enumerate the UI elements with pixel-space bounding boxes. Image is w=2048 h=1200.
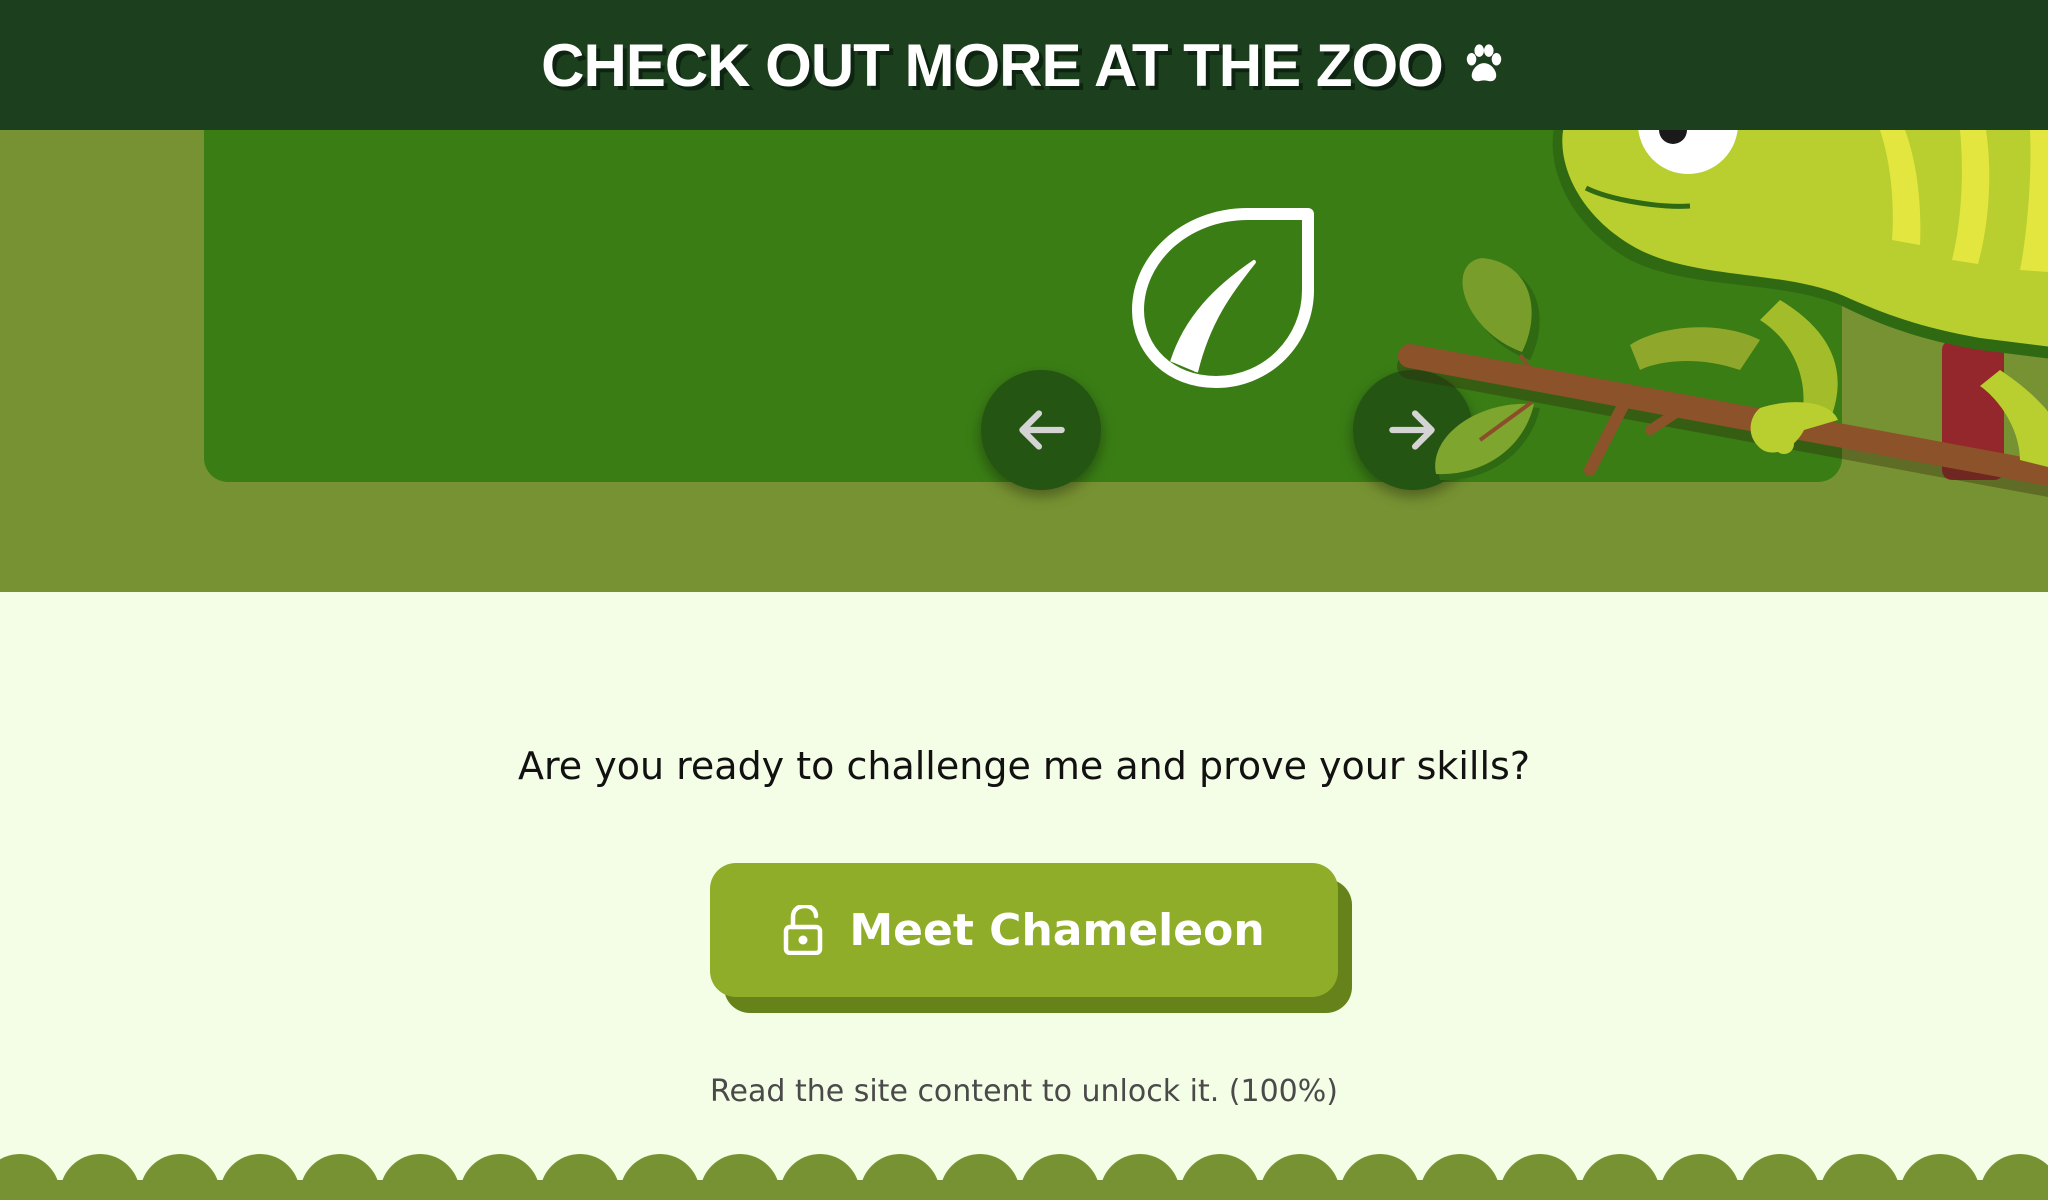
unlock-hint: Read the site content to unlock it. (100…	[710, 1074, 1338, 1109]
banner-title: CHECK OUT MORE AT THE ZOO	[541, 31, 1444, 99]
banner-heading: CHECK OUT MORE AT THE ZOO	[541, 31, 1507, 100]
carousel-prev-button[interactable]	[981, 370, 1101, 490]
unlock-icon	[784, 905, 823, 955]
cta-container: Meet Chameleon	[710, 863, 1352, 1015]
cta-label: Meet Chameleon	[849, 904, 1265, 956]
chameleon-illustration	[1397, 130, 2048, 498]
top-banner: CHECK OUT MORE AT THE ZOO	[0, 0, 2048, 130]
challenge-prompt: Are you ready to challenge me and prove …	[517, 744, 1531, 788]
arrow-left-icon	[1019, 410, 1065, 450]
meet-chameleon-button[interactable]: Meet Chameleon	[710, 863, 1338, 997]
hero-banner	[0, 130, 2048, 592]
paw-icon	[1466, 44, 1502, 82]
leaf-icon	[1132, 208, 1314, 388]
scalloped-footer-border	[0, 1154, 2048, 1200]
